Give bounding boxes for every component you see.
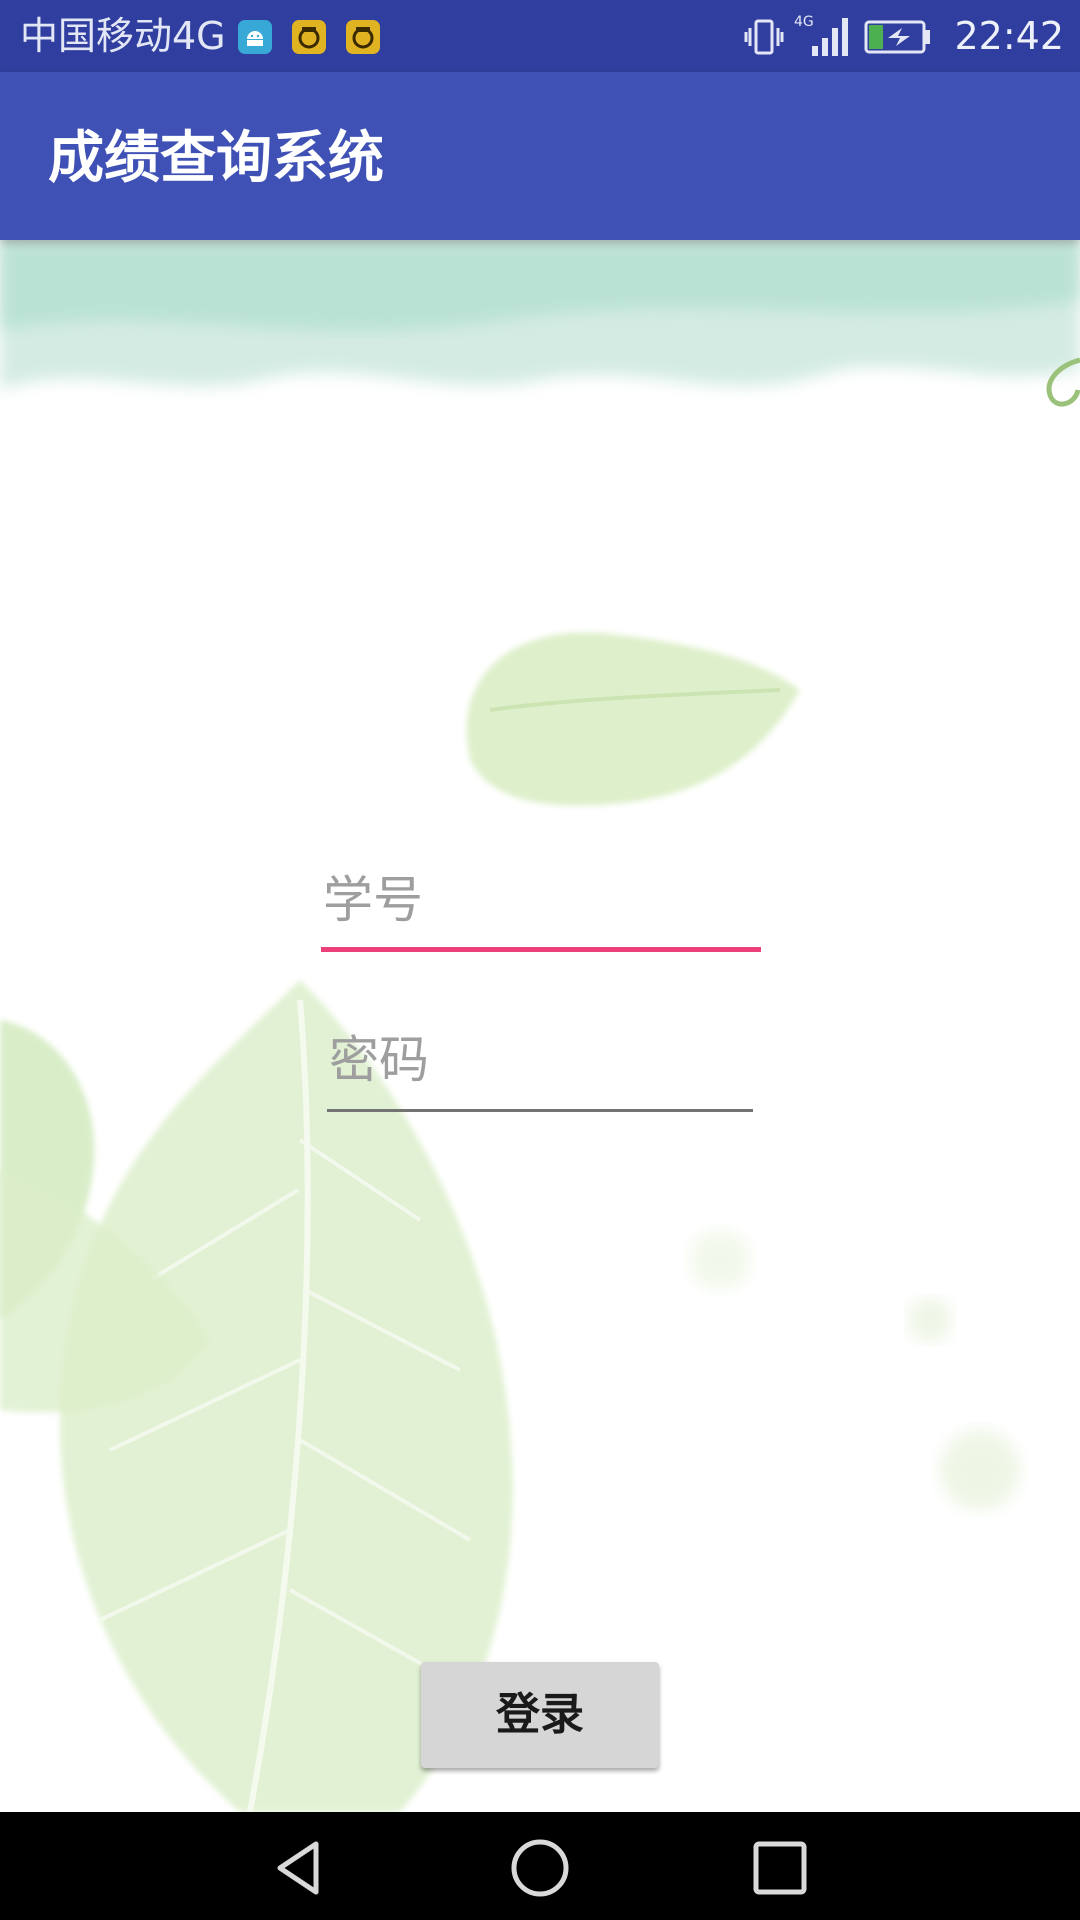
home-icon[interactable] (508, 1836, 572, 1900)
login-screen: 中国移动4G 4G 22:42 成绩查询系统 学号 登录 (0, 0, 1080, 1920)
status-time: 22:42 (954, 14, 1064, 58)
status-bar: 中国移动4G 4G 22:42 (0, 0, 1080, 72)
network-type-label: 4G (794, 14, 814, 30)
back-icon[interactable] (268, 1836, 332, 1900)
app-notification-icon (292, 20, 326, 54)
login-content: 登录 (0, 240, 1080, 1812)
student-id-field[interactable] (321, 852, 761, 952)
password-underline (327, 1109, 753, 1112)
vibrate-icon (744, 19, 784, 55)
recent-apps-icon[interactable] (748, 1836, 812, 1900)
password-input[interactable] (327, 1012, 753, 1108)
app-notification-icon (346, 20, 380, 54)
battery-charging-icon (864, 20, 930, 54)
navigation-bar (0, 1812, 1080, 1920)
app-bar: 成绩查询系统 (0, 72, 1080, 240)
student-id-input[interactable] (321, 852, 761, 948)
carrier-label: 中国移动4G (20, 14, 226, 58)
app-title: 成绩查询系统 (48, 126, 384, 191)
signal-icon: 4G (794, 14, 848, 56)
password-field[interactable] (327, 1012, 753, 1112)
android-icon (238, 20, 272, 54)
login-button[interactable]: 登录 (421, 1662, 659, 1768)
student-id-underline (321, 947, 761, 952)
